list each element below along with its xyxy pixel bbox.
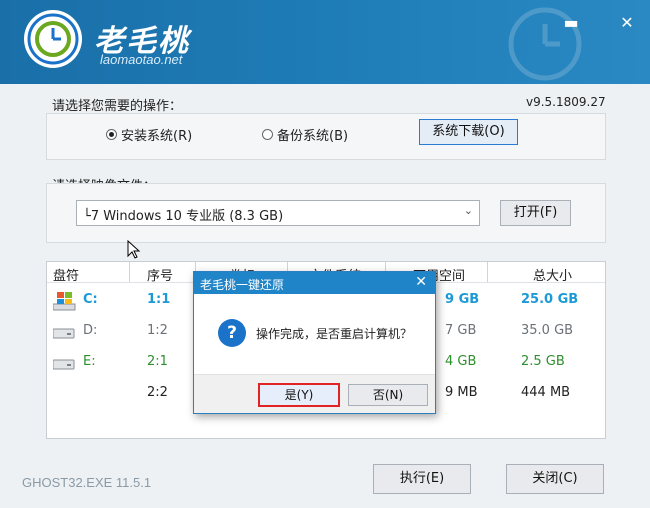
mouse-cursor-icon: [127, 240, 141, 259]
windows-drive-icon: [53, 292, 76, 311]
chevron-down-icon: ⌄: [463, 204, 473, 217]
free-space: 9 MB: [445, 385, 478, 400]
system-download-button[interactable]: 系统下载(O): [419, 119, 518, 145]
partition-index: 2:2: [147, 385, 168, 400]
total-size: 35.0 GB: [521, 323, 574, 338]
restart-dialog: 老毛桃一键还原 ✕ ? 操作完成，是否重启计算机？ 是(Y) 否(N): [193, 271, 436, 414]
image-select-value: └7 Windows 10 专业版 (8.3 GB): [83, 209, 284, 224]
no-button[interactable]: 否(N): [348, 384, 428, 406]
minimize-button[interactable]: ▬: [560, 12, 582, 34]
dialog-titlebar: 老毛桃一键还原 ✕: [194, 272, 435, 294]
open-button[interactable]: 打开(F): [500, 200, 571, 226]
yes-button[interactable]: 是(Y): [258, 383, 340, 407]
dialog-footer: 是(Y) 否(N): [194, 374, 435, 413]
drive-letter: C:: [83, 292, 98, 307]
backup-radio-label: 备份系统(B): [277, 129, 349, 144]
radio-selected-icon: [106, 129, 117, 140]
install-radio-label: 安装系统(R): [121, 129, 193, 144]
dialog-body: ? 操作完成，是否重启计算机？: [194, 294, 435, 374]
app-subtitle: laomaotao.net: [100, 52, 183, 67]
dialog-message: 操作完成，是否重启计算机？: [256, 327, 413, 341]
free-space: 4 GB: [445, 354, 477, 369]
operation-label: 请选择您需要的操作：: [52, 99, 183, 114]
drive-letter: D:: [83, 323, 98, 338]
logo-icon: [24, 10, 82, 68]
close-window-button[interactable]: ✕: [616, 12, 638, 34]
partition-index: 1:2: [147, 323, 168, 338]
question-icon: ?: [218, 319, 246, 347]
disk-drive-icon: [53, 359, 75, 370]
total-size: 25.0 GB: [521, 292, 579, 307]
disk-drive-icon: [53, 328, 75, 339]
ghost-version-label: GHOST32.EXE 11.5.1: [22, 475, 152, 490]
total-size: 444 MB: [521, 385, 571, 400]
install-radio[interactable]: 安装系统(R): [106, 125, 192, 144]
clock-watermark-icon: [508, 7, 582, 81]
version-label: v9.5.1809.27: [526, 95, 606, 109]
backup-radio[interactable]: 备份系统(B): [262, 125, 348, 144]
close-icon[interactable]: ✕: [415, 274, 427, 290]
app-header: 老毛桃 laomaotao.net ▬ ✕: [0, 0, 650, 84]
column-divider: [487, 262, 488, 282]
column-divider: [129, 262, 130, 282]
partition-index: 2:1: [147, 354, 168, 369]
total-size: 2.5 GB: [521, 354, 565, 369]
close-button[interactable]: 关闭(C): [506, 464, 604, 494]
radio-unselected-icon: [262, 129, 273, 140]
drive-letter: E:: [83, 354, 96, 369]
partition-index: 1:1: [147, 292, 171, 307]
free-space: 7 GB: [445, 323, 477, 338]
dialog-title: 老毛桃一键还原: [200, 278, 285, 292]
image-select[interactable]: └7 Windows 10 专业版 (8.3 GB) ⌄: [76, 200, 480, 226]
execute-button[interactable]: 执行(E): [373, 464, 471, 494]
free-space: 9 GB: [445, 292, 480, 307]
